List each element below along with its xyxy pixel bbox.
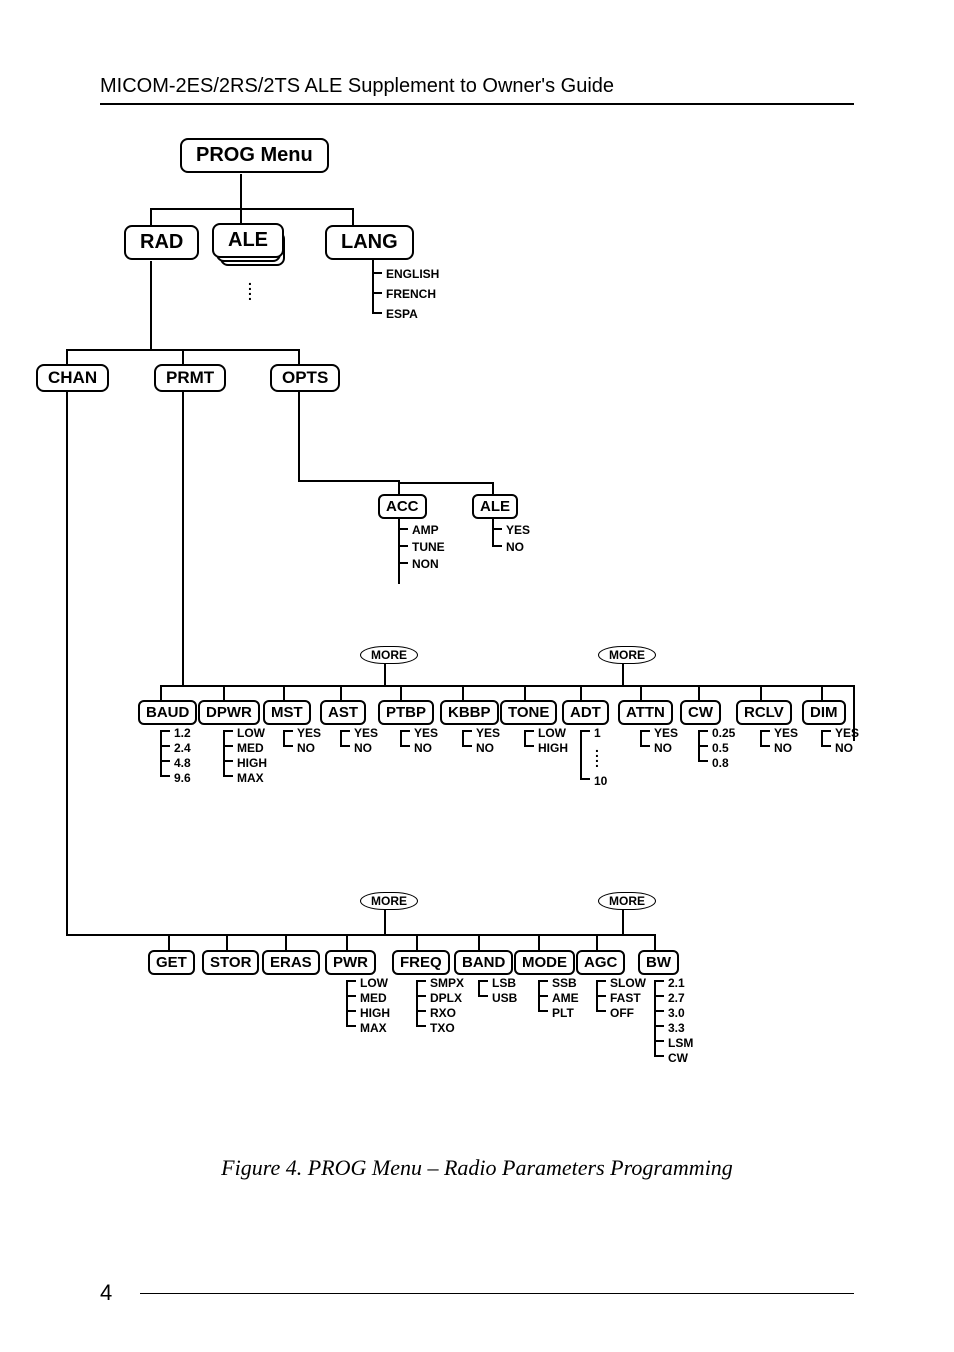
header-rule: [100, 103, 854, 105]
node-dpwr: DPWR: [198, 700, 260, 725]
node-pwr: PWR: [325, 950, 376, 975]
node-lang: LANG: [325, 225, 414, 260]
more-chan-1: MORE: [360, 892, 418, 910]
node-mst: MST: [263, 700, 311, 725]
more-chan-2: MORE: [598, 892, 656, 910]
node-mode: MODE: [514, 950, 575, 975]
node-kbbp: KBBP: [440, 700, 499, 725]
ellipsis-adt: ....: [595, 745, 599, 765]
figure-caption: Figure 4. PROG Menu – Radio Parameters P…: [0, 1155, 954, 1181]
node-ast: AST: [320, 700, 366, 725]
node-prog: PROG Menu: [180, 138, 329, 173]
page-header: MICOM-2ES/2RS/2TS ALE Supplement to Owne…: [100, 75, 854, 98]
node-acc: ACC: [378, 494, 427, 519]
node-get: GET: [148, 950, 195, 975]
node-agc: AGC: [576, 950, 625, 975]
node-bw: BW: [638, 950, 679, 975]
node-freq: FREQ: [392, 950, 450, 975]
node-ptbp: PTBP: [378, 700, 434, 725]
ellipsis-ale: ....: [248, 278, 252, 298]
node-eras: ERAS: [262, 950, 320, 975]
node-cw: CW: [680, 700, 721, 725]
node-chan: CHAN: [36, 364, 109, 392]
node-opts: OPTS: [270, 364, 340, 392]
node-ale-top: ALE: [212, 223, 284, 258]
node-tone: TONE: [500, 700, 557, 725]
node-ale-sub: ALE: [472, 494, 518, 519]
node-stor: STOR: [202, 950, 259, 975]
more-prmt-2: MORE: [598, 646, 656, 664]
node-baud: BAUD: [138, 700, 197, 725]
prog-menu-diagram: PROG Menu RAD ALE LANG .... ENGLISH FREN…: [100, 130, 854, 1150]
node-rclv: RCLV: [736, 700, 792, 725]
more-prmt-1: MORE: [360, 646, 418, 664]
footer-rule: [140, 1293, 854, 1294]
node-dim: DIM: [802, 700, 846, 725]
node-band: BAND: [454, 950, 513, 975]
page-number: 4: [100, 1280, 112, 1306]
node-attn: ATTN: [618, 700, 673, 725]
node-prmt: PRMT: [154, 364, 226, 392]
node-rad: RAD: [124, 225, 199, 260]
node-adt: ADT: [562, 700, 609, 725]
